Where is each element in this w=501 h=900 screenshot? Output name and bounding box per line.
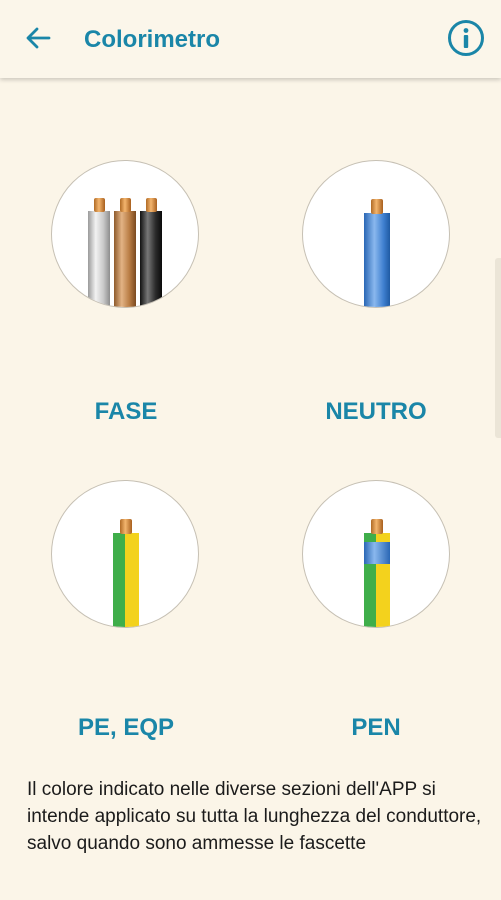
green-yellow-wire-icon <box>113 519 139 627</box>
pe-eqp-label: PE, EQP <box>77 714 175 741</box>
category-neutro[interactable]: NEUTRO <box>266 160 486 440</box>
fase-label: FASE <box>94 398 158 425</box>
neutro-wire-image <box>302 160 450 308</box>
info-circle-icon <box>447 19 485 62</box>
info-button[interactable] <box>446 19 486 62</box>
neutro-label: NEUTRO <box>325 398 427 425</box>
category-fase[interactable]: FASE <box>16 160 236 440</box>
arrow-left-icon <box>25 26 51 55</box>
page-title: Colorimetro <box>84 26 221 53</box>
fase-wire-image <box>51 160 199 308</box>
app-screen: Colorimetro FASE NEUTRO PE, EQP PEN Il c… <box>0 0 501 900</box>
pen-label: PEN <box>351 714 401 741</box>
app-bar: Colorimetro <box>0 0 501 78</box>
green-yellow-wire-blue-sleeve-icon <box>364 519 390 627</box>
scroll-indicator <box>495 258 501 438</box>
category-pen[interactable]: PEN <box>266 480 486 750</box>
pe-eqp-wire-image <box>51 480 199 628</box>
back-button[interactable] <box>18 22 58 58</box>
pen-wire-image <box>302 480 450 628</box>
three-phase-wires-icon <box>88 198 162 307</box>
category-pe-eqp[interactable]: PE, EQP <box>16 480 236 750</box>
blue-wire-icon <box>364 199 390 307</box>
info-note: Il colore indicato nelle diverse sezioni… <box>27 779 482 854</box>
